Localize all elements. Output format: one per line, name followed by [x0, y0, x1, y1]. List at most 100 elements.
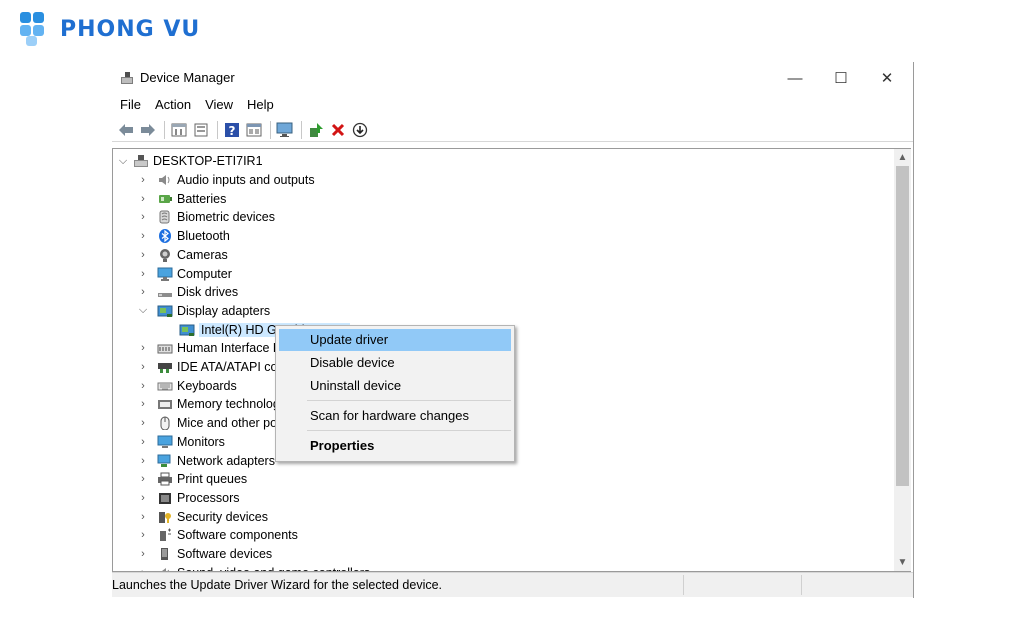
chevron-right-icon[interactable]: ›: [137, 548, 149, 560]
tree-category-disk-drives[interactable]: › Disk drives: [137, 283, 238, 301]
chevron-right-icon[interactable]: ›: [137, 174, 149, 186]
software-device-icon: [157, 547, 173, 561]
window-title: Device Manager: [140, 70, 235, 85]
tree-category-processors[interactable]: › Processors: [137, 489, 240, 507]
computer-icon: [157, 267, 173, 281]
keyboard-icon: [157, 379, 173, 393]
network-icon: [157, 454, 173, 468]
view-icon[interactable]: [244, 121, 263, 139]
toolbar-separator: [217, 120, 218, 139]
tree-category-sound-video-and-game-controllers[interactable]: ›Sound, video and game controllers: [137, 564, 370, 571]
logo-mark-icon: [20, 12, 56, 46]
tree-category-network-adapters[interactable]: › Network adapters: [137, 452, 275, 470]
download-icon[interactable]: [350, 121, 369, 139]
tree-item-label: Processors: [177, 490, 240, 505]
chevron-right-icon[interactable]: ›: [137, 211, 149, 223]
vertical-scrollbar[interactable]: ▲ ▼: [894, 149, 911, 571]
scroll-up-icon[interactable]: ▲: [894, 149, 911, 166]
logo-text: PHONG VU: [60, 16, 201, 42]
monitor-scan-icon[interactable]: [275, 121, 294, 139]
maximize-button[interactable]: ☐: [818, 62, 864, 94]
tree-item-label: Network adapters: [177, 453, 275, 468]
tree-category-software-devices[interactable]: › Software devices: [137, 545, 272, 563]
tree-item-label: Software devices: [177, 547, 273, 561]
chevron-right-icon[interactable]: ›: [137, 286, 149, 298]
tree-item-label: Cameras: [177, 247, 228, 262]
disable-device-menu-item[interactable]: Disable device: [279, 352, 511, 374]
uninstall-device-menu-item[interactable]: Uninstall device: [279, 375, 511, 397]
tree-category-batteries[interactable]: › Batteries: [137, 190, 226, 208]
uninstall-x-icon[interactable]: [328, 121, 347, 139]
tree-category-display-adapters[interactable]: ⌵ Display adapters: [137, 302, 270, 320]
chevron-right-icon[interactable]: ›: [137, 230, 149, 242]
chevron-right-icon[interactable]: ›: [137, 342, 149, 354]
toolbar: ?: [112, 118, 913, 142]
software-component-icon: [157, 528, 173, 542]
chevron-right-icon[interactable]: ›: [137, 436, 149, 448]
menu-bar: File Action View Help: [112, 94, 913, 116]
svg-text:?: ?: [228, 124, 235, 138]
toolbar-separator: [164, 120, 165, 139]
chevron-right-icon[interactable]: ›: [137, 380, 149, 392]
tree-category-monitors[interactable]: › Monitors: [137, 433, 225, 451]
tree-item-label: Audio inputs and outputs: [177, 173, 315, 187]
tree-category-keyboards[interactable]: › Keyboards: [137, 377, 237, 395]
chevron-right-icon[interactable]: ›: [137, 473, 149, 485]
tree-item-label: Software components: [177, 528, 298, 543]
hid-icon: [157, 341, 173, 355]
tree-item-label: Bluetooth: [177, 229, 230, 244]
chevron-right-icon[interactable]: ›: [137, 268, 149, 280]
tree-item-label: Display adapters: [177, 303, 271, 318]
menu-separator: [307, 430, 511, 431]
chevron-right-icon[interactable]: ›: [137, 455, 149, 467]
tree-category-biometric-devices[interactable]: › Biometric devices: [137, 208, 275, 226]
chevron-right-icon[interactable]: ›: [137, 249, 149, 261]
chevron-right-icon[interactable]: ›: [137, 193, 149, 205]
menu-view[interactable]: View: [197, 94, 239, 116]
tree-category-audio-inputs-and-outputs[interactable]: › Audio inputs and outputs: [137, 171, 315, 189]
chevron-right-icon[interactable]: ›: [137, 361, 149, 373]
display-adapter-icon: [179, 323, 195, 337]
status-cell: [801, 575, 906, 595]
chevron-right-icon[interactable]: ›: [137, 417, 149, 429]
tree-item-label: Security devices: [177, 509, 269, 524]
display-adapter-icon: [157, 304, 173, 318]
back-icon[interactable]: [116, 121, 135, 139]
processor-icon: [157, 491, 173, 505]
chevron-right-icon[interactable]: ›: [137, 398, 149, 410]
tree-item-label: Batteries: [177, 191, 227, 206]
chevron-right-icon[interactable]: ›: [137, 511, 149, 523]
title-bar: Device Manager — ☐ ✕: [112, 62, 913, 94]
tree-category-security-devices[interactable]: › Security devices: [137, 508, 268, 526]
tree-item-label: Disk drives: [177, 285, 239, 300]
close-button[interactable]: ✕: [864, 62, 910, 94]
tree-category-print-queues[interactable]: › Print queues: [137, 470, 247, 488]
chevron-down-icon[interactable]: ⌵: [137, 304, 149, 317]
tree-root[interactable]: ⌵ DESKTOP-ETI7IR1: [117, 152, 263, 170]
scroll-down-icon[interactable]: ▼: [894, 554, 911, 571]
menu-file[interactable]: File: [112, 94, 147, 116]
chevron-right-icon[interactable]: ›: [137, 492, 149, 504]
chevron-right-icon[interactable]: ›: [137, 529, 149, 541]
scroll-thumb[interactable]: [896, 166, 909, 486]
minimize-button[interactable]: —: [772, 62, 818, 94]
tree-category-computer[interactable]: › Computer: [137, 265, 232, 283]
tree-category-cameras[interactable]: › Cameras: [137, 246, 228, 264]
help-icon[interactable]: ?: [222, 121, 241, 139]
properties-menu-item[interactable]: Properties: [279, 435, 511, 457]
forward-icon[interactable]: [138, 121, 157, 139]
menu-help[interactable]: Help: [239, 94, 280, 116]
device-list-icon[interactable]: [191, 121, 210, 139]
chevron-down-icon[interactable]: ⌵: [117, 155, 129, 168]
tree-category-bluetooth[interactable]: › Bluetooth: [137, 227, 230, 245]
tree-item-label: Print queues: [177, 472, 248, 487]
tree-category-software-components[interactable]: › Software components: [137, 526, 298, 544]
add-driver-icon[interactable]: [306, 121, 325, 139]
phong-vu-logo: PHONG VU: [20, 12, 200, 46]
update-driver-menu-item[interactable]: Update driver: [279, 329, 511, 351]
toolbar-separator: [301, 120, 302, 139]
status-cell: [683, 575, 802, 595]
properties-pane-icon[interactable]: [169, 121, 188, 139]
menu-action[interactable]: Action: [147, 94, 197, 116]
scan-hardware-menu-item[interactable]: Scan for hardware changes: [279, 405, 511, 427]
